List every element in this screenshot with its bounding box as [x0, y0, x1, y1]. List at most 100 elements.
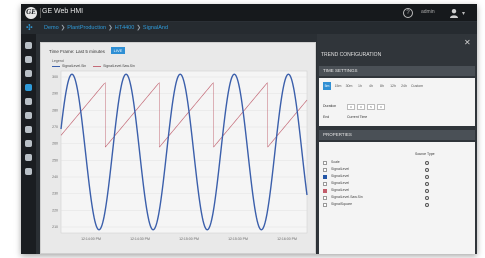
properties-header[interactable]: PROPERTIES — [319, 130, 475, 140]
properties-label: PROPERTIES — [323, 132, 352, 137]
breadcrumb-item[interactable]: PlantProduction — [67, 25, 106, 31]
y-tick-label: 280 — [52, 108, 58, 112]
breadcrumb: Demo ❯ PlantProduction ❯ HT4400 ❯ SignalAnd — [44, 25, 168, 31]
range-button[interactable]: 15m — [334, 82, 342, 90]
source-type-icon[interactable] — [425, 161, 429, 165]
source-type-icon[interactable] — [425, 175, 429, 179]
end-value[interactable]: Current Time — [347, 115, 367, 119]
property-checkbox[interactable] — [323, 203, 327, 207]
property-row[interactable]: SignalLevel — [321, 181, 471, 187]
x-tick-label: 12:16:00 PM — [277, 237, 297, 241]
trend-plot[interactable]: 300 290 280 270 260 250 240 230 220 210 12:14:00 P… — [41, 43, 317, 254]
source-type-header: Source Type — [415, 152, 435, 156]
property-row[interactable]: SignalLevel — [321, 174, 471, 180]
property-name: Scale — [331, 160, 340, 164]
property-name: SignalSquare — [331, 202, 353, 206]
x-tick-label: 12:14:30 PM — [130, 237, 150, 241]
help-icon[interactable] — [25, 168, 32, 175]
property-checkbox[interactable] — [323, 182, 327, 186]
tag-icon[interactable] — [25, 112, 32, 119]
property-row[interactable]: SignalLevel — [321, 167, 471, 173]
property-checkbox[interactable] — [323, 168, 327, 172]
time-settings-body: Duration End Current Time 5m 15m 30m 1h 4h 8h… — [319, 78, 475, 126]
property-checkbox[interactable] — [323, 189, 327, 193]
breadcrumb-separator: ❯ — [136, 25, 141, 31]
y-tick-label: 240 — [52, 175, 58, 179]
close-icon[interactable]: ✕ — [464, 38, 471, 47]
range-button[interactable]: 4h — [367, 82, 375, 90]
x-tick-label: 12:14:00 PM — [81, 237, 101, 241]
home-icon[interactable] — [25, 42, 32, 49]
hierarchy-icon[interactable]: ✣ — [26, 23, 33, 32]
title-divider — [40, 8, 41, 18]
range-button[interactable]: Custom — [411, 82, 423, 90]
user-icon[interactable] — [449, 8, 459, 18]
property-checkbox[interactable] — [323, 161, 327, 165]
sidebar — [21, 34, 36, 254]
property-name: SignalLevel — [331, 174, 350, 178]
property-checkbox[interactable] — [323, 175, 327, 179]
property-name: SignalLevel — [331, 181, 350, 185]
range-button[interactable]: 8h — [378, 82, 386, 90]
breadcrumb-separator: ❯ — [60, 25, 66, 31]
property-name: SignalLevel — [331, 167, 350, 171]
plot-area — [60, 70, 308, 234]
tools-icon[interactable] — [25, 154, 32, 161]
duration-input[interactable]: 0 — [377, 104, 385, 110]
trend-icon[interactable] — [25, 84, 32, 91]
duration-label: Duration — [323, 104, 337, 108]
property-name: SignalLevel.Saw.Sin — [331, 195, 363, 199]
user-menu-caret[interactable]: ▾ — [462, 10, 465, 17]
range-button[interactable]: 12h — [389, 82, 397, 90]
list-icon[interactable] — [25, 56, 32, 63]
range-button[interactable]: 5m — [323, 82, 331, 90]
source-type-icon[interactable] — [425, 203, 429, 207]
y-tick-label: 260 — [52, 142, 58, 146]
report-icon[interactable] — [25, 126, 32, 133]
range-button[interactable]: 30m — [345, 82, 353, 90]
range-button[interactable]: 1h — [356, 82, 364, 90]
settings-icon[interactable] — [25, 98, 32, 105]
ge-logo: GE — [25, 7, 37, 19]
app-window: GE GE Web HMI ? admin ▾ ✣ Demo ❯ PlantProd… — [21, 4, 477, 254]
x-tick-label: 12:15:30 PM — [228, 237, 248, 241]
config-header: ✕ TREND CONFIGURATION — [317, 34, 477, 64]
end-label: End — [323, 115, 330, 119]
trend-configuration-panel: ✕ TREND CONFIGURATION TIME SETTINGS Dura… — [317, 34, 477, 254]
range-button[interactable]: 24h — [400, 82, 408, 90]
duration-input[interactable]: 0 — [347, 104, 355, 110]
property-row[interactable]: SignalLevel — [321, 188, 471, 194]
duration-input[interactable]: 5 — [367, 104, 375, 110]
property-checkbox[interactable] — [323, 196, 327, 200]
source-type-icon[interactable] — [425, 168, 429, 172]
property-name: SignalLevel — [331, 188, 350, 192]
property-row[interactable]: Scale — [321, 160, 471, 166]
x-tick-label: 12:15:00 PM — [179, 237, 199, 241]
breadcrumb-item[interactable]: HT4400 — [115, 25, 135, 31]
top-bar: GE GE Web HMI ? admin ▾ — [21, 4, 477, 22]
time-settings-header[interactable]: TIME SETTINGS — [319, 66, 475, 76]
user-name[interactable]: admin — [421, 9, 435, 15]
alarm-icon[interactable] — [25, 70, 32, 77]
y-tick-label: 210 — [52, 225, 58, 229]
user-icon[interactable] — [25, 140, 32, 147]
time-settings-label: TIME SETTINGS — [323, 68, 358, 73]
main-content: Time Frame: Last 5 minutes LIVE Legend S… — [36, 34, 477, 254]
y-tick-label: 230 — [52, 192, 58, 196]
breadcrumb-item-current[interactable]: SignalAnd — [143, 25, 168, 31]
source-type-icon[interactable] — [425, 182, 429, 186]
y-tick-label: 250 — [52, 158, 58, 162]
y-tick-label: 270 — [52, 125, 58, 129]
source-type-icon[interactable] — [425, 196, 429, 200]
trend-chart-card: Time Frame: Last 5 minutes LIVE Legend S… — [40, 42, 316, 254]
app-title: GE Web HMI — [42, 8, 84, 15]
property-row[interactable]: SignalLevel.Saw.Sin — [321, 195, 471, 201]
breadcrumb-bar: ✣ Demo ❯ PlantProduction ❯ HT4400 ❯ SignalAnd — [21, 22, 477, 34]
property-row[interactable]: SignalSquare — [321, 202, 471, 208]
duration-input[interactable]: 0 — [357, 104, 365, 110]
source-type-icon[interactable] — [425, 189, 429, 193]
breadcrumb-separator: ❯ — [108, 25, 113, 31]
breadcrumb-item[interactable]: Demo — [44, 25, 59, 31]
y-tick-label: 300 — [52, 75, 58, 79]
help-icon[interactable]: ? — [403, 8, 413, 18]
